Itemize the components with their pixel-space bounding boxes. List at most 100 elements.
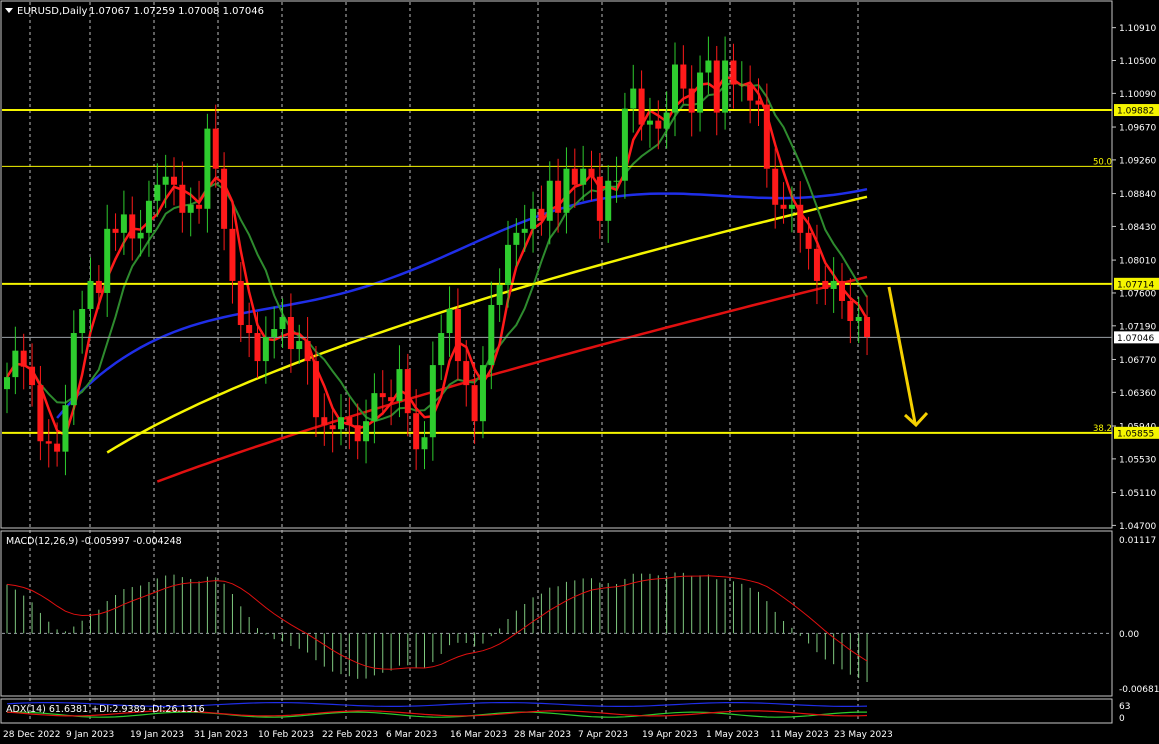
candle-body[interactable] bbox=[162, 176, 169, 185]
candle-body[interactable] bbox=[697, 72, 704, 113]
candle-body[interactable] bbox=[104, 228, 111, 293]
candle-body[interactable] bbox=[120, 214, 127, 233]
candle-body[interactable] bbox=[805, 232, 812, 249]
candle-body[interactable] bbox=[663, 112, 670, 129]
candle-body[interactable] bbox=[221, 168, 228, 229]
candle-body[interactable] bbox=[346, 417, 353, 426]
candle-body[interactable] bbox=[555, 180, 562, 213]
candle-body[interactable] bbox=[855, 317, 862, 322]
candle-body[interactable] bbox=[271, 329, 278, 338]
candle-body[interactable] bbox=[179, 184, 186, 213]
candle-body[interactable] bbox=[588, 168, 595, 177]
candle-body[interactable] bbox=[246, 325, 253, 334]
candle-body[interactable] bbox=[680, 64, 687, 89]
candle-body[interactable] bbox=[655, 120, 662, 129]
candle-body[interactable] bbox=[87, 280, 94, 309]
candle-body[interactable] bbox=[755, 100, 762, 105]
candle-body[interactable] bbox=[546, 180, 553, 221]
candle-body[interactable] bbox=[262, 337, 269, 362]
candle-body[interactable] bbox=[12, 350, 19, 378]
candle-body[interactable] bbox=[596, 176, 603, 221]
candle-body[interactable] bbox=[20, 350, 27, 367]
candle-body[interactable] bbox=[563, 168, 570, 213]
candle-body[interactable] bbox=[605, 180, 612, 221]
candle-body[interactable] bbox=[713, 60, 720, 113]
candle-body[interactable] bbox=[95, 280, 102, 293]
candle-body[interactable] bbox=[321, 417, 328, 426]
candle-body[interactable] bbox=[830, 280, 837, 289]
candle-body[interactable] bbox=[471, 385, 478, 422]
candle-body[interactable] bbox=[404, 369, 411, 414]
candle-body[interactable] bbox=[371, 393, 378, 422]
candle-body[interactable] bbox=[772, 168, 779, 205]
candle-body[interactable] bbox=[571, 168, 578, 185]
candle-body[interactable] bbox=[672, 64, 678, 113]
candle-body[interactable] bbox=[613, 180, 620, 182]
candle-body[interactable] bbox=[304, 341, 311, 362]
candle-body[interactable] bbox=[488, 304, 495, 366]
candle-body[interactable] bbox=[463, 361, 470, 386]
candle-body[interactable] bbox=[747, 84, 754, 101]
candle-body[interactable] bbox=[379, 393, 386, 398]
candle-body[interactable] bbox=[62, 405, 69, 452]
candle-body[interactable] bbox=[839, 280, 845, 301]
candle-body[interactable] bbox=[112, 228, 119, 233]
candle-body[interactable] bbox=[780, 204, 787, 209]
candle-body[interactable] bbox=[37, 385, 44, 442]
candle-body[interactable] bbox=[505, 244, 511, 285]
trading-chart[interactable]: 50.0 38.2 0.01117 0.00 -0.006814 63 0 1.1091… bbox=[0, 0, 1159, 744]
candle-body[interactable] bbox=[429, 365, 436, 438]
candle-body[interactable] bbox=[496, 284, 503, 305]
candle-body[interactable] bbox=[454, 308, 461, 362]
candle-body[interactable] bbox=[212, 128, 219, 169]
candle-body[interactable] bbox=[646, 120, 653, 125]
candle-body[interactable] bbox=[438, 333, 445, 366]
candle-body[interactable] bbox=[621, 108, 628, 181]
candle-body[interactable] bbox=[730, 60, 737, 85]
candle-body[interactable] bbox=[847, 300, 854, 322]
candle-body[interactable] bbox=[864, 317, 871, 338]
candle-body[interactable] bbox=[705, 60, 712, 73]
candle-body[interactable] bbox=[630, 88, 637, 109]
candle-body[interactable] bbox=[513, 232, 520, 245]
candle-body[interactable] bbox=[688, 88, 695, 113]
candle-body[interactable] bbox=[822, 280, 829, 289]
candle-body[interactable] bbox=[79, 308, 86, 334]
candle-body[interactable] bbox=[738, 84, 745, 86]
candle-body[interactable] bbox=[70, 333, 77, 406]
candle-body[interactable] bbox=[763, 104, 770, 169]
candle-body[interactable] bbox=[229, 228, 236, 281]
candle-body[interactable] bbox=[338, 417, 344, 430]
candle-body[interactable] bbox=[254, 333, 261, 362]
candle-body[interactable] bbox=[638, 88, 645, 125]
candle-body[interactable] bbox=[171, 176, 177, 185]
candle-body[interactable] bbox=[145, 200, 152, 233]
candle-body[interactable] bbox=[4, 377, 10, 390]
candle-body[interactable] bbox=[354, 425, 361, 442]
candle-body[interactable] bbox=[521, 228, 528, 233]
candle-body[interactable] bbox=[413, 413, 420, 450]
candle-body[interactable] bbox=[137, 232, 144, 239]
candle-body[interactable] bbox=[788, 204, 795, 209]
candle-body[interactable] bbox=[421, 437, 428, 450]
candle-body[interactable] bbox=[329, 425, 336, 430]
candle-body[interactable] bbox=[154, 184, 161, 201]
candle-body[interactable] bbox=[363, 421, 370, 442]
candle-body[interactable] bbox=[797, 204, 804, 233]
candle-body[interactable] bbox=[204, 128, 211, 209]
candle-body[interactable] bbox=[388, 397, 395, 402]
candle-body[interactable] bbox=[187, 204, 194, 213]
candle-body[interactable] bbox=[580, 168, 587, 185]
candle-body[interactable] bbox=[312, 361, 319, 418]
candle-body[interactable] bbox=[54, 443, 61, 452]
candle-body[interactable] bbox=[237, 280, 244, 326]
candle-body[interactable] bbox=[279, 317, 286, 330]
candle-body[interactable] bbox=[396, 369, 403, 402]
candle-body[interactable] bbox=[29, 366, 36, 386]
candle-body[interactable] bbox=[538, 208, 545, 221]
candle-body[interactable] bbox=[129, 214, 136, 239]
candle-body[interactable] bbox=[479, 365, 486, 422]
candle-body[interactable] bbox=[196, 204, 203, 209]
candle-body[interactable] bbox=[530, 208, 537, 229]
candle-body[interactable] bbox=[287, 317, 294, 350]
